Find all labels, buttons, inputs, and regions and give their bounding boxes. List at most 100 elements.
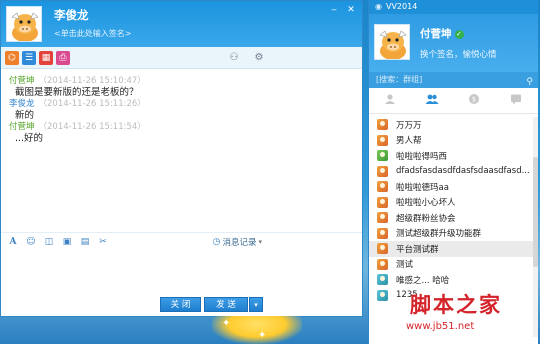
group-icon — [377, 227, 388, 239]
close-window-button[interactable]: ✕ — [344, 4, 358, 16]
group-icon — [377, 212, 388, 224]
search-placeholder: [搜索：群组] — [376, 75, 423, 84]
group-name: 万万万 — [396, 120, 422, 131]
tab-messages[interactable] — [495, 88, 537, 114]
cow-mascot-icon — [7, 7, 41, 41]
minimize-button[interactable]: ‒ — [327, 4, 341, 16]
watermark-title: 脚本之家 — [410, 292, 502, 317]
message-time: （2014-11-26 15:11:26） — [38, 99, 146, 109]
list-item-selected[interactable]: 平台测试群 — [369, 241, 533, 257]
profile-header: 付菅坤 ✓ 换个签名，愉悦心情 — [369, 14, 538, 72]
list-item[interactable]: 万万万 — [369, 117, 533, 133]
group-icon — [377, 196, 388, 208]
printer-icon[interactable]: ⎙ — [56, 51, 70, 65]
online-status-icon[interactable]: ✓ — [454, 30, 464, 39]
group-list: 万万万 男人帮 啦啦啦得吗西 dfadsfasdasdfdasfsdaasdfa… — [369, 117, 533, 303]
message-time: （2014-11-26 15:10:47） — [38, 76, 146, 86]
tab-contacts[interactable] — [369, 88, 411, 114]
group-icon — [377, 165, 388, 177]
chevron-down-icon: ▾ — [258, 238, 262, 246]
group-icon — [377, 150, 388, 162]
watermark: 脚本之家 www.jb51.net — [392, 285, 540, 344]
close-button[interactable]: 关 闭 — [160, 297, 201, 312]
emoji-icon[interactable]: ☺ — [25, 236, 37, 248]
list-item[interactable]: 测试 — [369, 257, 533, 273]
tab-groups[interactable] — [411, 88, 453, 114]
message-input[interactable] — [1, 250, 362, 294]
scroll-thumb[interactable] — [533, 157, 538, 267]
message-time: （2014-11-26 15:11:54） — [38, 122, 146, 132]
message-sender: 李俊龙 — [9, 99, 35, 109]
group-name: dfadsfasdasdfdasfsdaasdfasd... — [396, 166, 530, 177]
list-item[interactable]: 啦啦啦小心坏人 — [369, 195, 533, 211]
message: 付菅坤 （2014-11-26 15:10:47） 截图是要新版的还是老板的？ — [9, 76, 349, 99]
history-label: 消息记录 — [222, 238, 257, 248]
add-contact-icon[interactable]: ⚇ — [227, 51, 241, 65]
group-name: 超级群粉丝协会 — [396, 213, 456, 224]
message-text: ...好的 — [15, 133, 44, 144]
contact-avatar[interactable] — [6, 6, 42, 42]
group-icon — [377, 119, 388, 131]
settings-user-icon[interactable]: ⚙ — [252, 51, 266, 65]
panel-title-bar: ◉ VV2014 — [369, 0, 538, 14]
group-name: 测试 — [396, 260, 414, 271]
group-icon — [377, 243, 388, 255]
document-icon[interactable]: ☰ — [22, 51, 36, 65]
group-name: 啦啦啦小心坏人 — [396, 198, 456, 209]
group-icon — [377, 274, 388, 286]
coin-icon: $ — [469, 94, 479, 104]
search-input[interactable]: [搜索：群组] ⚲ — [369, 72, 538, 88]
app-grid-icon[interactable]: ▦ — [39, 51, 53, 65]
group-name: 测试超级群升级功能群 — [396, 229, 482, 240]
send-options-dropdown[interactable]: ▾ — [249, 297, 263, 312]
message-text: 新的 — [15, 110, 35, 121]
user-name-row: 付菅坤 ✓ — [420, 26, 464, 41]
signature-prompt[interactable]: <单击此处输入签名> — [54, 28, 131, 39]
group-name: 啦啦啦得吗西 — [396, 151, 448, 162]
contact-name: 李俊龙 — [54, 8, 89, 22]
group-name: 唯感之... 哈哈 — [396, 275, 450, 286]
group-icon — [377, 289, 388, 301]
message-list: 付菅坤 （2014-11-26 15:10:47） 截图是要新版的还是老板的？ 李… — [9, 76, 349, 145]
message-sender: 付菅坤 — [9, 122, 35, 132]
chat-window: 李俊龙 <单击此处输入签名> ‒ ✕ ⌬ ☰ ▦ ⎙ ⚇ ⚙ 付菅坤 （2014-… — [0, 0, 363, 317]
tab-services[interactable]: $ — [453, 88, 495, 114]
scissors-icon[interactable]: ✂ — [97, 236, 109, 248]
message-bubble-icon — [511, 94, 521, 105]
user-signature[interactable]: 换个签名，愉悦心情 — [420, 48, 497, 60]
chat-toolbar: ⌬ ☰ ▦ ⎙ ⚇ ⚙ — [1, 47, 362, 69]
message-text: 截图是要新版的还是老板的？ — [15, 87, 139, 98]
font-icon[interactable]: A — [7, 236, 19, 248]
panel-tabs: $ — [369, 88, 538, 114]
sparkle-icon: ✦ — [222, 318, 231, 329]
list-item[interactable]: 男人帮 — [369, 133, 533, 149]
sparkle-icon: ✦ — [258, 330, 267, 341]
message: 付菅坤 （2014-11-26 15:11:54） ...好的 — [9, 122, 349, 145]
input-toolbar: A ☺ ◫ ▣ ▤ ✂ ◷ 消息记录 ▾ — [1, 232, 362, 250]
list-item[interactable]: dfadsfasdasdfdasfsdaasdfasd... — [369, 164, 533, 180]
vv-logo-icon: ◉ — [375, 2, 382, 11]
message-sender: 付菅坤 — [9, 76, 35, 86]
group-name: 平台测试群 — [396, 244, 439, 255]
person-icon — [385, 94, 395, 104]
screenshot-icon[interactable]: ▤ — [79, 236, 91, 248]
list-item[interactable]: 测试超级群升级功能群 — [369, 226, 533, 242]
watermark-url: www.jb51.net — [406, 321, 475, 332]
list-item[interactable]: 啦啦啦得吗西 — [369, 148, 533, 164]
list-item[interactable]: 超级群粉丝协会 — [369, 210, 533, 226]
svg-text:$: $ — [472, 96, 476, 104]
cow-mascot-icon — [375, 25, 409, 59]
message: 李俊龙 （2014-11-26 15:11:26） 新的 — [9, 99, 349, 122]
user-avatar[interactable] — [374, 24, 410, 60]
message-history-button[interactable]: ◷ 消息记录 ▾ — [213, 236, 262, 248]
group-icon — [377, 258, 388, 270]
send-button[interactable]: 发 送 — [204, 297, 248, 312]
group-icon — [377, 181, 388, 193]
group-users-icon — [425, 94, 439, 104]
shake-icon[interactable]: ◫ — [43, 236, 55, 248]
group-icon — [377, 134, 388, 146]
window-controls: ‒ ✕ — [327, 4, 358, 16]
list-item[interactable]: 啦啦啦德玛aa — [369, 179, 533, 195]
share-icon[interactable]: ⌬ — [5, 51, 19, 65]
image-icon[interactable]: ▣ — [61, 236, 73, 248]
